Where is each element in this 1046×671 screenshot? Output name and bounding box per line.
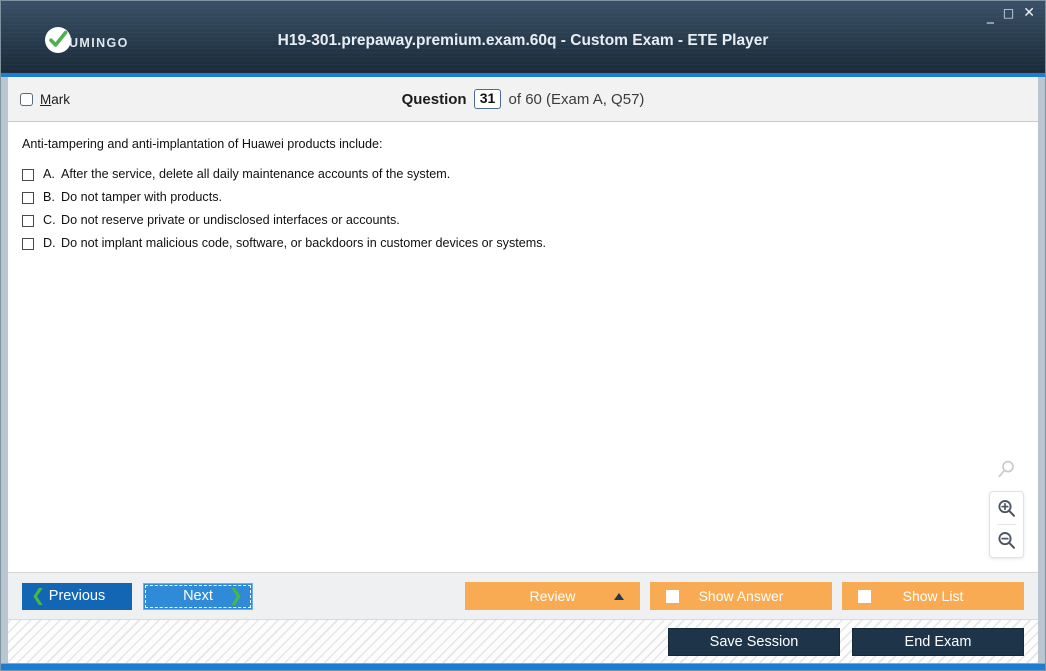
question-total-label: of 60 (Exam A, Q57) xyxy=(508,91,645,108)
review-button[interactable]: Review xyxy=(465,582,640,610)
next-button[interactable]: Next ❯ xyxy=(143,582,253,610)
chevron-left-icon: ❮ xyxy=(31,586,46,606)
search-icon[interactable] xyxy=(997,460,1016,484)
window-title: H19-301.prepaway.premium.exam.60q - Cust… xyxy=(277,32,769,49)
show-answer-checkbox[interactable] xyxy=(666,589,679,603)
show-list-checkbox[interactable] xyxy=(858,589,871,603)
question-header-bar: Mark Question 31 of 60 (Exam A, Q57) xyxy=(8,77,1038,122)
mark-accelerator: M xyxy=(40,91,52,107)
checkmark-logo-icon xyxy=(45,27,71,53)
logo-wordmark: UMINGO xyxy=(69,35,129,50)
maximize-icon[interactable]: □ xyxy=(1003,7,1014,19)
show-answer-button[interactable]: Show Answer xyxy=(650,582,832,610)
bottom-accent-bar xyxy=(1,663,1045,670)
mark-checkbox[interactable] xyxy=(20,92,33,106)
window-controls: _ □ ✕ xyxy=(987,6,1035,23)
previous-button[interactable]: ❮ Previous xyxy=(22,582,132,610)
answer-options-list: A. After the service, delete all daily m… xyxy=(22,167,1024,251)
option-c-checkbox[interactable] xyxy=(22,215,34,228)
chevron-up-icon xyxy=(614,592,624,600)
answer-option-d[interactable]: D. Do not implant malicious code, softwa… xyxy=(22,236,1024,251)
zoom-divider xyxy=(997,524,1016,525)
option-d-text: Do not implant malicious code, software,… xyxy=(61,236,547,251)
window-body: Mark Question 31 of 60 (Exam A, Q57) Ant… xyxy=(1,77,1045,663)
mark-label-rest: ark xyxy=(51,91,71,107)
answer-option-a[interactable]: A. After the service, delete all daily m… xyxy=(22,167,1024,182)
show-answer-button-label: Show Answer xyxy=(698,588,784,604)
zoom-out-icon[interactable] xyxy=(995,528,1018,553)
end-exam-button[interactable]: End Exam xyxy=(852,627,1024,656)
toolbar-right-group: Review Show Answer Show List xyxy=(465,582,1024,610)
question-content-pane: Anti-tampering and anti-implantation of … xyxy=(8,122,1038,572)
ete-player-window: UMINGO H19-301.prepaway.premium.exam.60q… xyxy=(0,0,1046,671)
zoom-tools xyxy=(989,460,1024,558)
answer-option-c[interactable]: C. Do not reserve private or undisclosed… xyxy=(22,213,1024,228)
option-c-letter: C. xyxy=(43,213,56,228)
mark-label: Mark xyxy=(40,92,70,107)
previous-button-label: Previous xyxy=(48,588,106,604)
question-counter: Question 31 of 60 (Exam A, Q57) xyxy=(8,89,1038,109)
vumingo-logo: UMINGO xyxy=(45,27,129,53)
answer-option-b[interactable]: B. Do not tamper with products. xyxy=(22,190,1024,205)
option-d-letter: D. xyxy=(43,236,56,251)
end-exam-label: End Exam xyxy=(904,633,972,650)
save-session-label: Save Session xyxy=(709,633,799,650)
option-c-text: Do not reserve private or undisclosed in… xyxy=(61,213,400,228)
option-b-letter: B. xyxy=(43,190,55,205)
title-bar: UMINGO H19-301.prepaway.premium.exam.60q… xyxy=(1,1,1045,77)
option-d-checkbox[interactable] xyxy=(22,238,34,251)
chevron-right-icon: ❯ xyxy=(228,586,243,606)
option-a-letter: A. xyxy=(43,167,55,182)
option-a-checkbox[interactable] xyxy=(22,169,34,182)
option-b-text: Do not tamper with products. xyxy=(61,190,222,205)
show-list-button[interactable]: Show List xyxy=(842,582,1024,610)
question-prompt: Anti-tampering and anti-implantation of … xyxy=(22,137,383,151)
navigation-toolbar: ❮ Previous Next ❯ Review Show Answer Sho… xyxy=(8,572,1038,619)
zoom-in-icon[interactable] xyxy=(995,496,1018,521)
save-session-button[interactable]: Save Session xyxy=(668,627,840,656)
zoom-button-group xyxy=(989,491,1024,558)
next-button-label: Next xyxy=(183,588,213,604)
show-list-button-label: Show List xyxy=(902,588,964,604)
minimize-icon[interactable]: _ xyxy=(987,9,994,23)
review-button-label: Review xyxy=(529,588,576,604)
question-word: Question xyxy=(401,91,467,108)
status-bar: Save Session End Exam xyxy=(8,619,1038,663)
close-icon[interactable]: ✕ xyxy=(1023,6,1035,20)
question-number-field[interactable]: 31 xyxy=(473,89,502,109)
option-b-checkbox[interactable] xyxy=(22,192,34,205)
mark-checkbox-group[interactable]: Mark xyxy=(20,92,70,107)
option-a-text: After the service, delete all daily main… xyxy=(61,167,451,182)
